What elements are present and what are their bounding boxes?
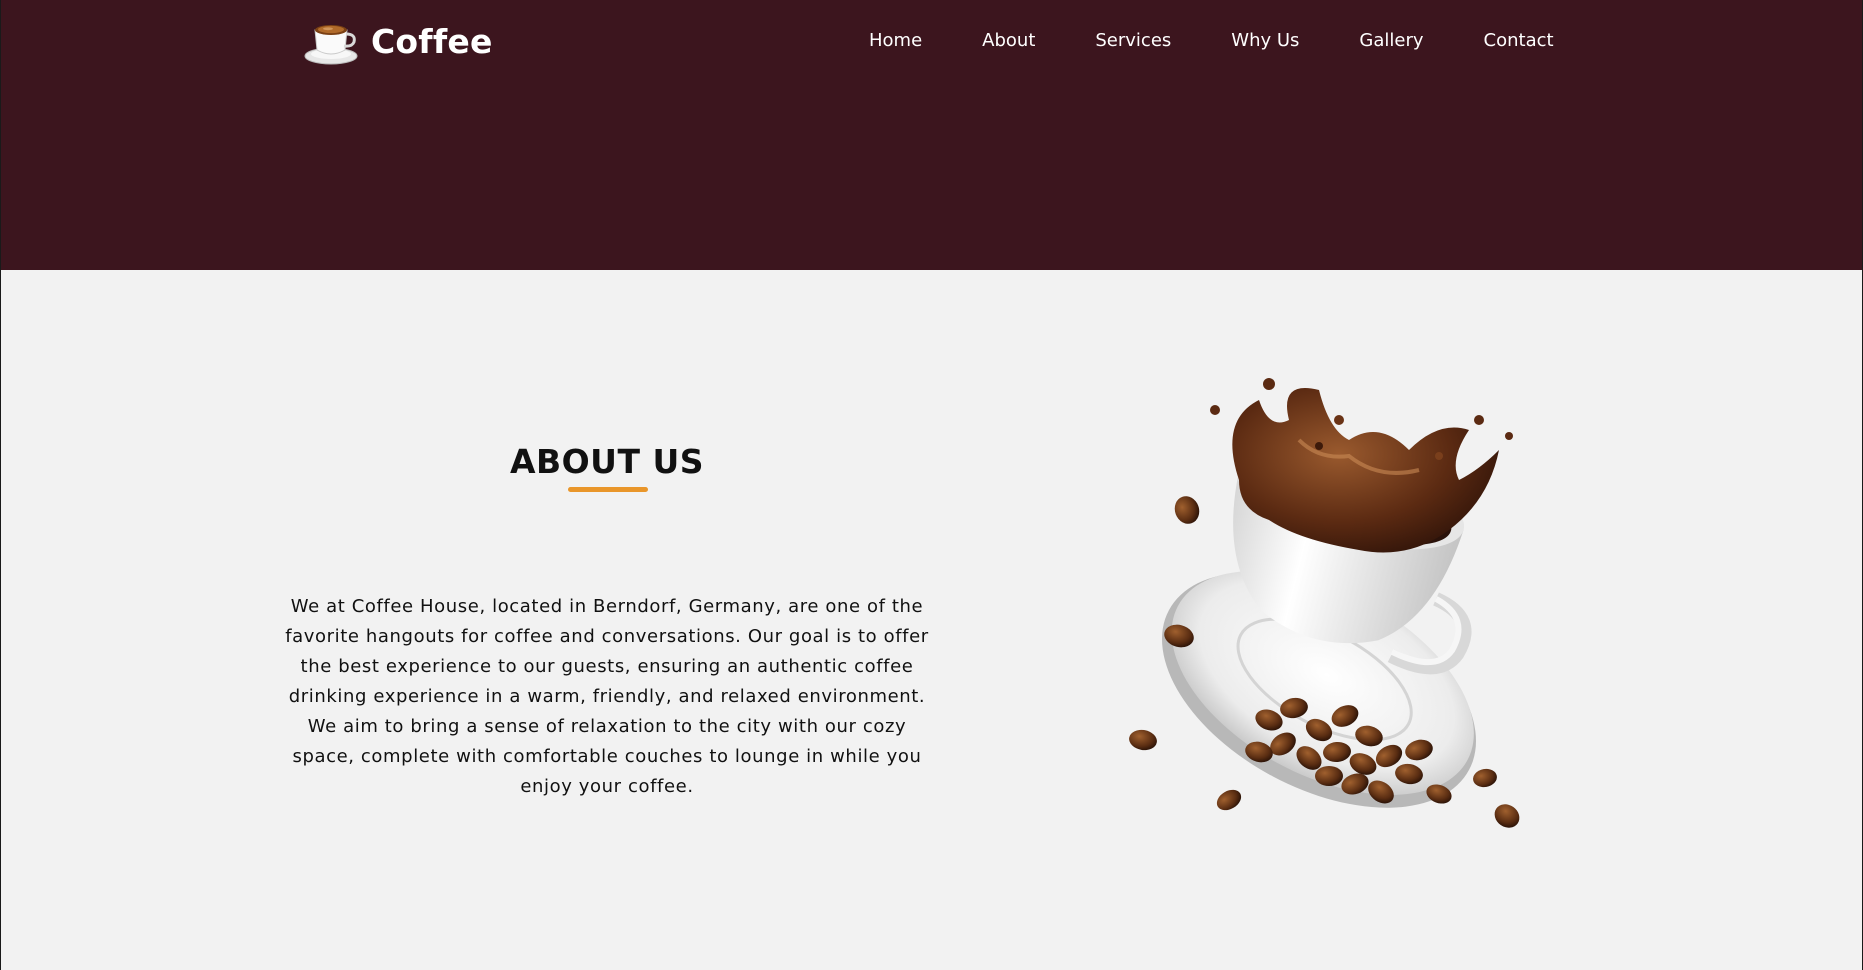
coffee-splash-image <box>1129 378 1520 828</box>
nav-why-us[interactable]: Why Us <box>1231 30 1299 51</box>
brand-logo[interactable]: Coffee <box>303 16 493 66</box>
page: Coffee Home About Services Why Us Galler… <box>0 0 1863 970</box>
nav-about[interactable]: About <box>982 30 1035 51</box>
nav-services[interactable]: Services <box>1095 30 1171 51</box>
site-header: Coffee Home About Services Why Us Galler… <box>1 0 1862 270</box>
nav-home[interactable]: Home <box>869 30 922 51</box>
nav-contact[interactable]: Contact <box>1484 30 1554 51</box>
about-section: ABOUT US We at Coffee House, located in … <box>1 270 1862 970</box>
coffee-cup-icon <box>304 25 358 65</box>
nav-gallery[interactable]: Gallery <box>1359 30 1423 51</box>
about-title: ABOUT US <box>509 442 705 481</box>
about-description: We at Coffee House, located in Berndorf,… <box>285 596 929 797</box>
brand-name: Coffee <box>371 21 493 61</box>
title-underline <box>568 487 648 492</box>
